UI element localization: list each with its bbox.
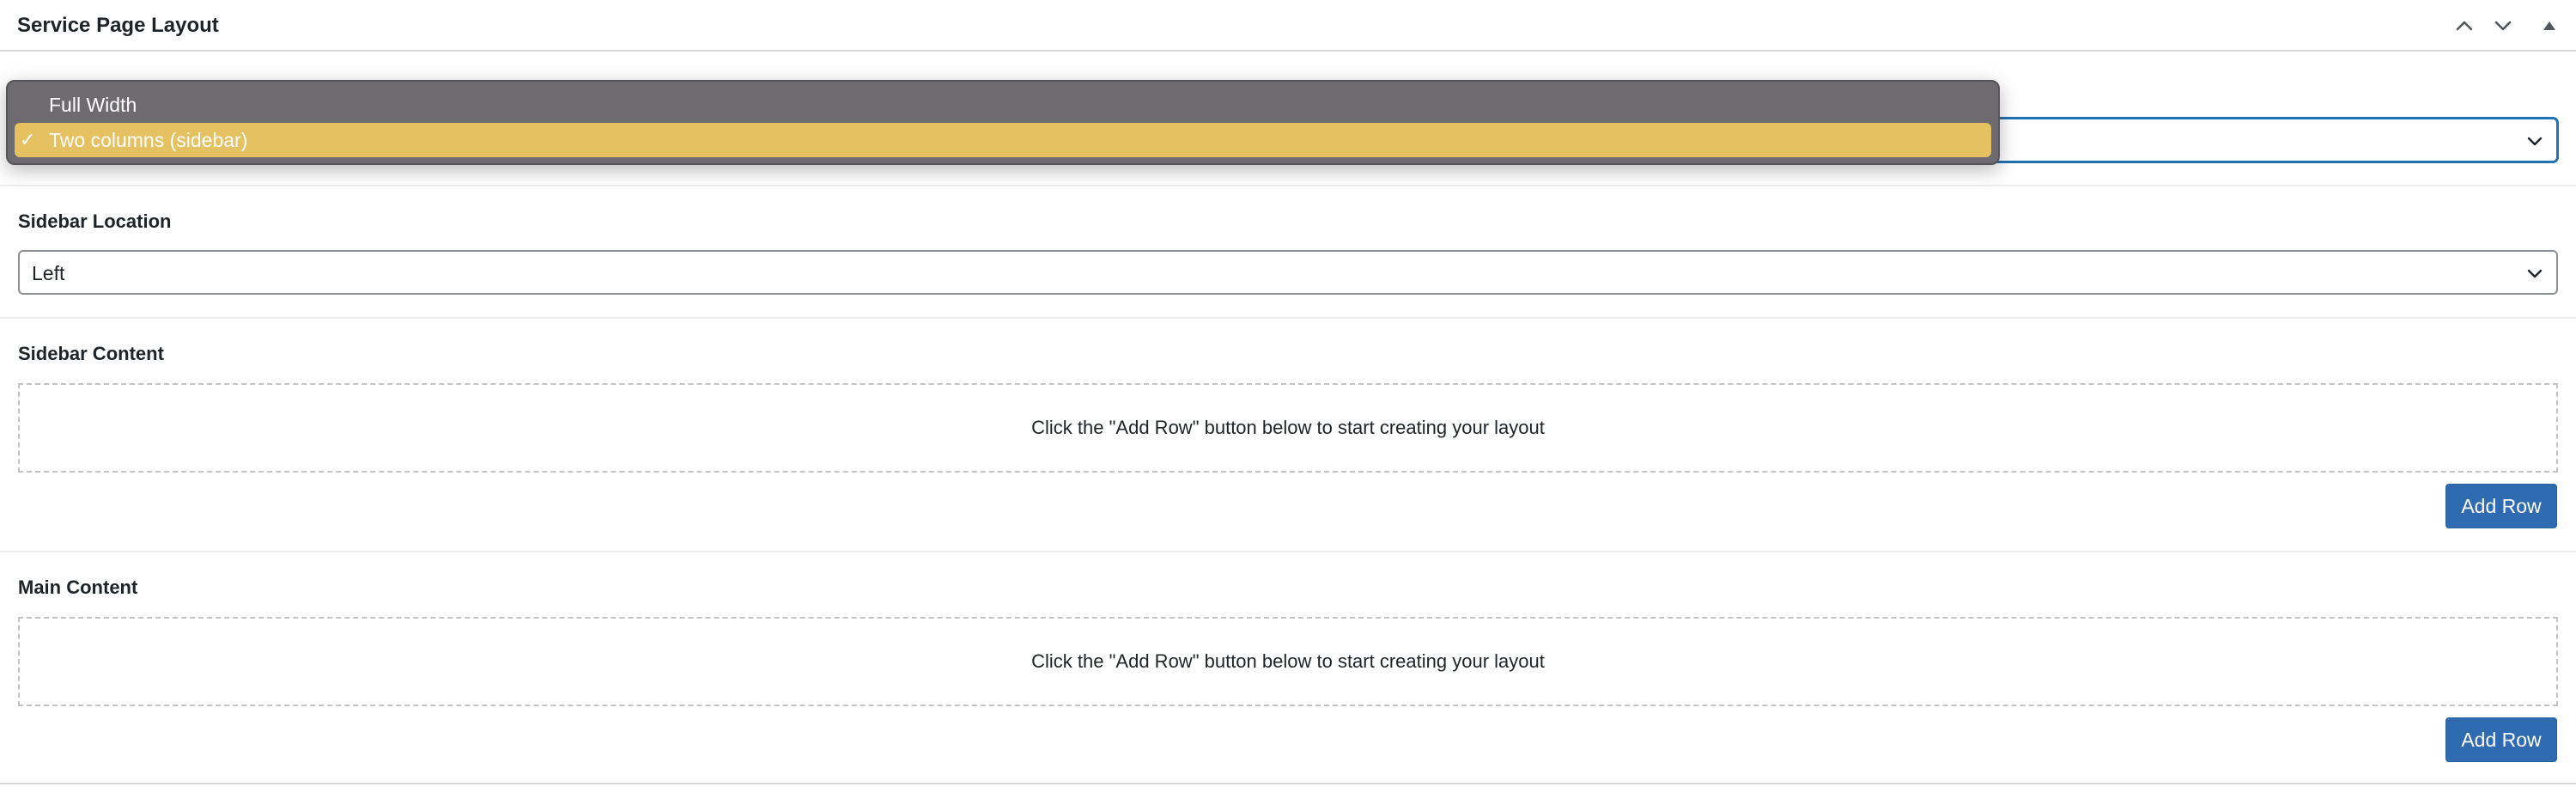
field-separator bbox=[0, 185, 2576, 186]
dropdown-option-two-columns[interactable]: ✓ Two columns (sidebar) bbox=[15, 123, 1991, 157]
option-label: Two columns (sidebar) bbox=[49, 129, 248, 151]
sidebar-location-select[interactable]: Left bbox=[18, 250, 2558, 295]
postbox-header: Service Page Layout bbox=[0, 0, 2576, 52]
main-content-empty-area: Click the "Add Row" button below to star… bbox=[18, 617, 2558, 706]
triangle-up-icon bbox=[2543, 21, 2555, 30]
dropdown-option-full-width[interactable]: Full Width bbox=[15, 88, 1991, 122]
page: Service Page Layout Sidebar Location Lef… bbox=[0, 0, 2576, 787]
toggle-panel-button[interactable] bbox=[2534, 10, 2565, 41]
option-label: Full Width bbox=[49, 94, 137, 116]
chevron-down-icon bbox=[2527, 269, 2543, 278]
move-down-button[interactable] bbox=[2488, 10, 2518, 41]
chevron-up-icon bbox=[2456, 21, 2473, 31]
field-separator bbox=[0, 317, 2576, 319]
sidebar-add-row-button[interactable]: Add Row bbox=[2445, 484, 2557, 528]
main-add-row-button[interactable]: Add Row bbox=[2445, 717, 2557, 762]
main-content-label: Main Content bbox=[18, 577, 138, 598]
sidebar-content-label: Sidebar Content bbox=[18, 343, 164, 364]
sidebar-location-value: Left bbox=[32, 262, 65, 284]
sidebar-content-empty-message: Click the "Add Row" button below to star… bbox=[1031, 417, 1545, 438]
main-content-empty-message: Click the "Add Row" button below to star… bbox=[1031, 650, 1545, 672]
postbox-bottom-border bbox=[0, 783, 2576, 784]
layout-dropdown-menu: Full Width ✓ Two columns (sidebar) bbox=[6, 80, 2000, 165]
chevron-down-icon bbox=[2527, 137, 2543, 146]
sidebar-content-empty-area: Click the "Add Row" button below to star… bbox=[18, 383, 2558, 473]
sidebar-location-label: Sidebar Location bbox=[18, 210, 172, 232]
checkmark-icon: ✓ bbox=[20, 129, 36, 150]
move-up-button[interactable] bbox=[2449, 10, 2480, 41]
chevron-down-icon bbox=[2494, 21, 2512, 31]
postbox-title: Service Page Layout bbox=[17, 14, 219, 37]
field-separator bbox=[0, 551, 2576, 552]
